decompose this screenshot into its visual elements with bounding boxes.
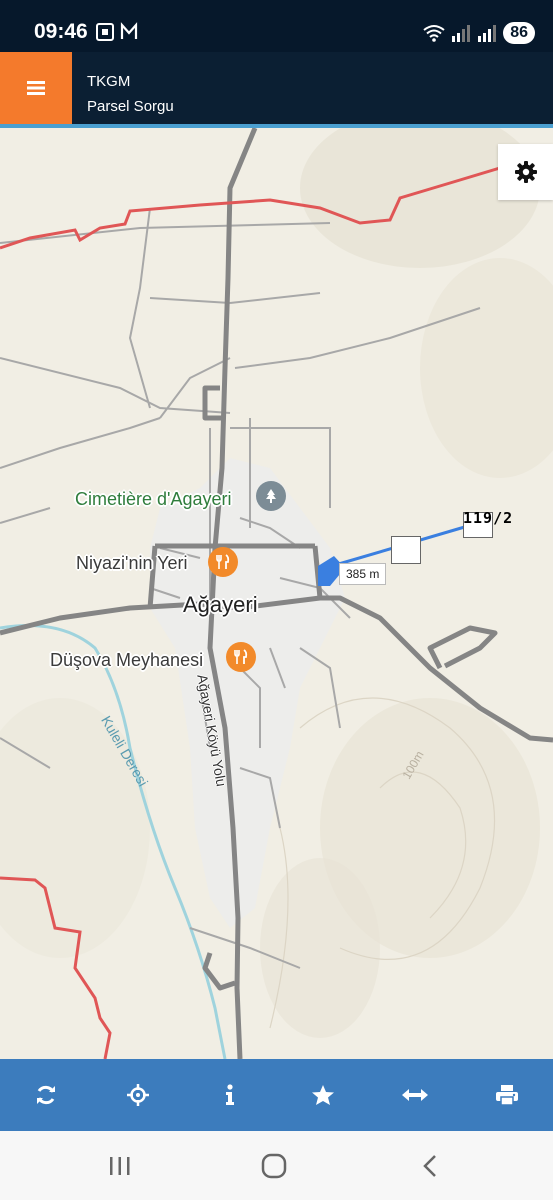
app-title: TKGM bbox=[87, 73, 131, 90]
signal-icon bbox=[452, 25, 471, 42]
map-toolbar bbox=[0, 1059, 553, 1131]
measure-vertex-handle[interactable] bbox=[391, 536, 421, 564]
wifi-icon bbox=[423, 25, 445, 42]
measure-button[interactable] bbox=[385, 1065, 445, 1125]
cemetery-pin-icon[interactable] bbox=[256, 481, 286, 511]
fork-knife-icon bbox=[234, 649, 248, 664]
print-icon bbox=[495, 1085, 518, 1106]
app-header: TKGM Parsel Sorgu bbox=[0, 52, 553, 124]
measure-distance-tooltip: 385 m bbox=[339, 563, 387, 585]
restaurant2-label[interactable]: Düşova Meyhanesi bbox=[50, 650, 203, 671]
town-label: Ağayeri bbox=[183, 592, 258, 617]
refresh-icon bbox=[37, 1085, 56, 1105]
battery-indicator: 86 bbox=[503, 22, 535, 44]
menu-button[interactable] bbox=[0, 52, 72, 124]
restaurant-pin-icon[interactable] bbox=[208, 547, 238, 577]
app-subtitle: Parsel Sorgu bbox=[87, 98, 174, 115]
home-button[interactable] bbox=[254, 1149, 294, 1183]
refresh-button[interactable] bbox=[16, 1065, 76, 1125]
map-settings-button[interactable] bbox=[498, 144, 553, 200]
notification-icons bbox=[96, 22, 138, 41]
hamburger-icon bbox=[27, 81, 45, 95]
tree-icon bbox=[266, 489, 276, 503]
system-nav-bar bbox=[0, 1131, 553, 1200]
back-icon bbox=[423, 1155, 436, 1177]
locate-button[interactable] bbox=[108, 1065, 168, 1125]
info-icon bbox=[226, 1084, 235, 1105]
parcel-number-label: 119/2 bbox=[463, 509, 514, 527]
map-view[interactable]: 119/2 385 m Cimetière d'Agayeri Niyazi'n… bbox=[0, 128, 553, 1059]
arrows-horizontal-icon bbox=[401, 1089, 428, 1101]
signal-icon-2 bbox=[478, 25, 497, 42]
gear-icon bbox=[514, 161, 537, 183]
status-time: 09:46 bbox=[34, 20, 88, 43]
cemetery-label[interactable]: Cimetière d'Agayeri bbox=[75, 489, 232, 510]
restaurant1-label[interactable]: Niyazi'nin Yeri bbox=[76, 553, 188, 574]
print-button[interactable] bbox=[477, 1065, 537, 1125]
status-bar: 09:46 86 bbox=[0, 0, 553, 52]
back-button[interactable] bbox=[410, 1149, 450, 1183]
recents-button[interactable] bbox=[100, 1149, 140, 1183]
info-button[interactable] bbox=[200, 1065, 260, 1125]
recents-icon bbox=[110, 1157, 130, 1175]
crosshair-icon bbox=[127, 1084, 150, 1106]
restaurant2-pin-icon[interactable] bbox=[226, 642, 256, 672]
star-icon bbox=[311, 1085, 334, 1105]
fork-knife-icon bbox=[216, 554, 230, 569]
map-base-layer bbox=[0, 128, 553, 1059]
favorite-button[interactable] bbox=[293, 1065, 353, 1125]
home-icon bbox=[261, 1153, 287, 1179]
